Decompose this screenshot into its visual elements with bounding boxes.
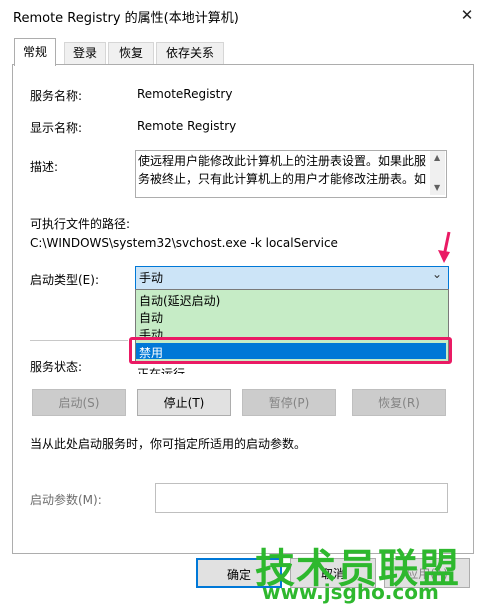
- start-params-input[interactable]: [155, 483, 448, 513]
- tab-dependencies[interactable]: 依存关系: [156, 42, 224, 64]
- path-label: 可执行文件的路径:: [30, 217, 131, 231]
- annotation-arrow-icon: [438, 231, 451, 263]
- watermark-url: www.jsgho.com: [262, 580, 439, 604]
- startup-type-label: 启动类型(E):: [30, 273, 99, 287]
- separator: [30, 340, 128, 341]
- close-button[interactable]: ✕: [448, 0, 486, 31]
- scroll-down-icon[interactable]: ▼: [434, 183, 440, 192]
- service-name-label: 服务名称:: [30, 89, 83, 103]
- start-params-hint: 当从此处启动服务时，你可指定所适用的启动参数。: [30, 437, 307, 451]
- option-auto[interactable]: 自动: [139, 309, 163, 326]
- tab-logon[interactable]: 登录: [64, 42, 106, 64]
- description-label: 描述:: [30, 160, 59, 174]
- scroll-up-icon[interactable]: ▲: [434, 153, 440, 162]
- chevron-down-icon[interactable]: ⌄: [432, 267, 442, 281]
- description-text: 使远程用户能修改此计算机上的注册表设置。如果此服务被终止，只有此计算机上的用户才…: [138, 154, 427, 186]
- window-title: Remote Registry 的属性(本地计算机): [13, 11, 239, 26]
- display-name-value: Remote Registry: [137, 119, 237, 133]
- stop-button[interactable]: 停止(T): [137, 389, 231, 416]
- service-status-label: 服务状态:: [30, 360, 83, 374]
- display-name-label: 显示名称:: [30, 121, 83, 135]
- start-params-label: 启动参数(M):: [30, 493, 102, 507]
- tab-general[interactable]: 常规: [14, 38, 56, 66]
- service-name-value: RemoteRegistry: [137, 87, 233, 101]
- path-value: C:\WINDOWS\system32\svchost.exe -k local…: [30, 236, 338, 250]
- startup-type-select[interactable]: [135, 266, 449, 290]
- tab-recovery[interactable]: 恢复: [108, 42, 154, 64]
- start-button[interactable]: 启动(S): [32, 389, 126, 416]
- close-icon: ✕: [460, 6, 474, 24]
- pause-button[interactable]: 暂停(P): [242, 389, 336, 416]
- option-auto-delayed[interactable]: 自动(延迟启动): [139, 292, 220, 309]
- service-status-value: 正在运行: [137, 367, 186, 374]
- startup-type-value: 手动: [139, 271, 164, 285]
- highlight-box: [129, 337, 452, 364]
- resume-button[interactable]: 恢复(R): [352, 389, 446, 416]
- description-scrollbar[interactable]: ▲ ▼: [430, 151, 445, 195]
